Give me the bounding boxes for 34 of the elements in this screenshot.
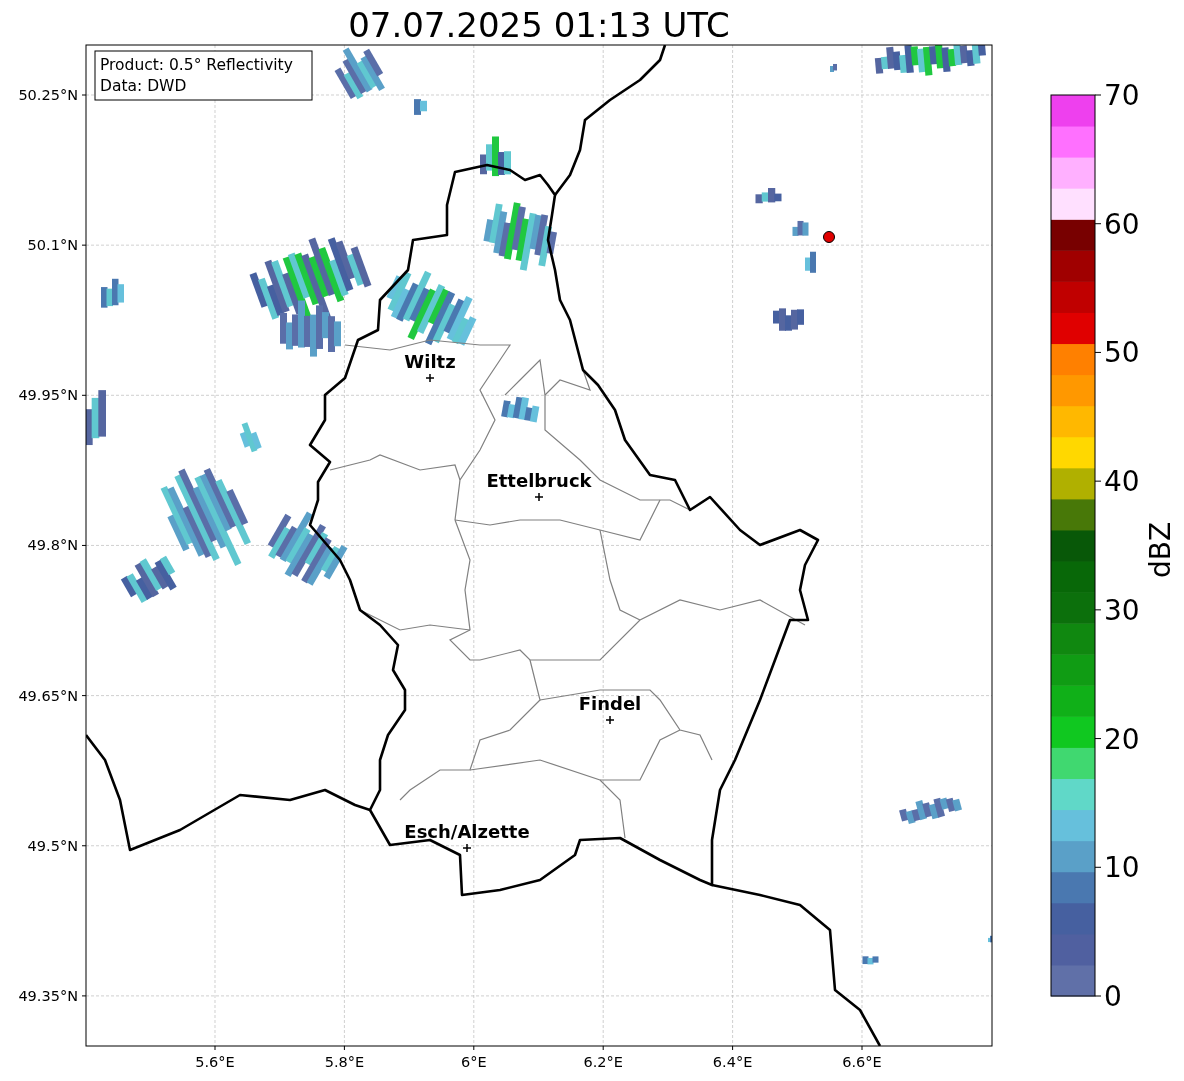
latitude-label: 49.35°N	[18, 987, 78, 1004]
colorbar-tick-label: 50	[1104, 336, 1140, 370]
latitude-label: 50.25°N	[18, 87, 78, 103]
city-marker-icon	[534, 492, 544, 502]
colorbar-tick-label: 40	[1104, 465, 1140, 499]
colorbar-tick-label: 0	[1104, 980, 1122, 1013]
longitude-label: 5.8°E	[324, 1054, 365, 1070]
colorbar-tick-label: 20	[1104, 722, 1140, 756]
longitude-label: 6.6°E	[842, 1054, 882, 1070]
colorbar-tick-label: 30	[1104, 593, 1140, 627]
latitude-label: 49.65°N	[18, 687, 78, 704]
longitude-label: 6.2°E	[583, 1054, 623, 1070]
latitude-label: 49.5°N	[27, 837, 78, 854]
colorbar-tick-label: 60	[1104, 207, 1140, 241]
latitude-label: 50.1°N	[27, 237, 78, 254]
city-marker-icon	[425, 373, 435, 383]
longitude-label: 5.6°E	[195, 1054, 235, 1070]
city-label: Esch/Alzette	[404, 821, 530, 842]
longitude-label: 6°E	[461, 1054, 487, 1070]
info-text: Data: DWD	[100, 77, 187, 95]
colorbar-title: dBZ	[1144, 521, 1177, 579]
latitude-label: 49.8°N	[27, 537, 78, 554]
city-label: Wiltz	[404, 351, 456, 372]
chart-title: 07.07.2025 01:13 UTC	[348, 5, 730, 45]
latitude-label: 49.95°N	[18, 387, 78, 404]
colorbar-tick-label: 70	[1104, 79, 1140, 112]
radar-site-marker	[823, 231, 835, 243]
city-label: Findel	[578, 693, 642, 714]
city-marker-icon	[605, 715, 615, 725]
colorbar-tick-label: 10	[1104, 851, 1140, 885]
city-label: Ettelbruck	[486, 470, 592, 491]
city-marker-icon	[462, 843, 472, 853]
info-text: Product: 0.5° Reflectivity	[100, 56, 293, 74]
longitude-label: 6.4°E	[712, 1054, 753, 1070]
